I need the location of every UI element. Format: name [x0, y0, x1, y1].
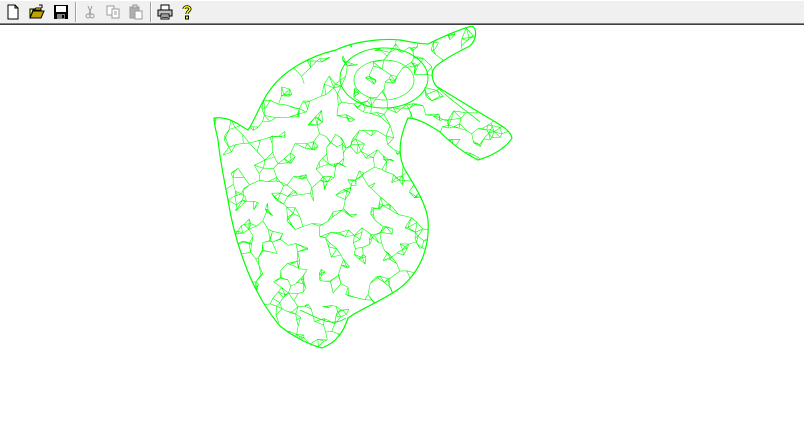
mesh-edges: [214, 26, 512, 348]
scissors-icon: [85, 5, 95, 19]
bunny-wireframe-mesh: [213, 26, 513, 349]
toolbar-separator: [150, 2, 152, 22]
open-button[interactable]: [27, 3, 47, 21]
application-window: [0, 0, 804, 432]
printer-icon: [157, 4, 173, 20]
help-button[interactable]: [177, 3, 197, 21]
print-button[interactable]: [155, 3, 175, 21]
save-button[interactable]: [51, 3, 71, 21]
open-folder-icon: [29, 4, 45, 19]
toolbar-bottom-border: [0, 24, 804, 25]
toolbar: [0, 0, 804, 25]
paste-button[interactable]: [126, 3, 146, 21]
new-button[interactable]: [3, 3, 23, 21]
help-question-icon: [182, 5, 192, 20]
floppy-disk-icon: [54, 5, 68, 19]
copy-button[interactable]: [103, 3, 123, 21]
copy-icon: [106, 5, 120, 19]
3d-viewport[interactable]: [0, 26, 804, 432]
clipboard-icon: [129, 4, 143, 20]
new-document-icon: [7, 4, 19, 20]
cut-button[interactable]: [80, 3, 100, 21]
toolbar-separator: [75, 2, 77, 22]
